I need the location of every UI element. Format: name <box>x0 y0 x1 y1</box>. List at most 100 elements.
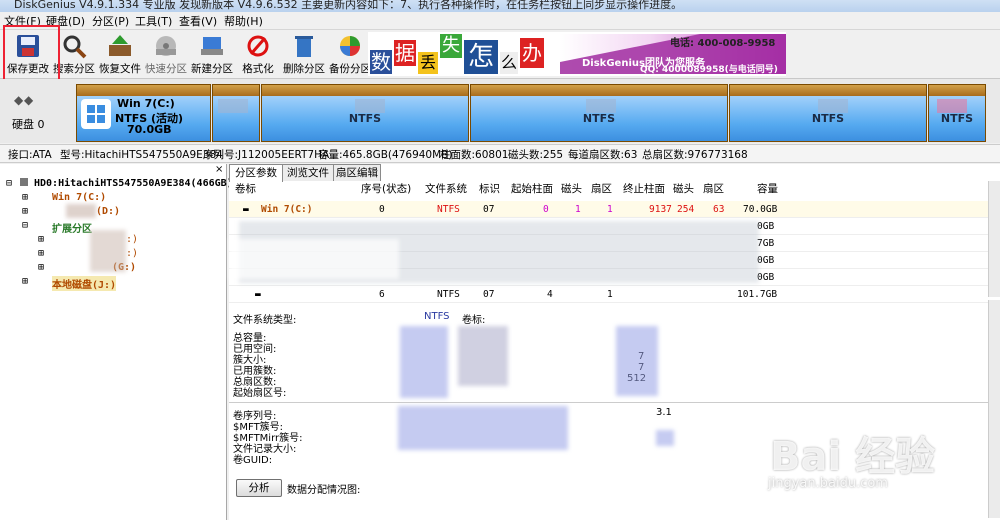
tree-disk-root[interactable]: HD0:HitachiHTS547550A9E384(466GB) <box>34 178 233 189</box>
col-header-end-cyl: 终止柱面 <box>623 183 665 195</box>
menu-bar: 文件(F) 硬盘(D) 分区(P) 工具(T) 查看(V) 帮助(H) <box>0 12 1000 30</box>
partition-block[interactable]: NTFS <box>729 84 927 142</box>
info-interface: 接口:ATA <box>8 149 52 161</box>
tree-item-c[interactable]: Win 7(C:) <box>52 192 106 203</box>
title-bar: DiskGenius V4.9.1.334 专业版 发现新版本 V4.9.6.5… <box>0 0 1000 12</box>
cell-index: 0 <box>379 204 385 215</box>
cell-capacity: 70.0GB <box>743 204 778 215</box>
col-header-id: 标识 <box>479 183 500 195</box>
info-total-sectors: 总扇区数:976773168 <box>642 149 748 161</box>
prev-disk-arrow-icon[interactable]: ◆ <box>14 93 23 107</box>
partition-block[interactable] <box>212 84 260 142</box>
cell-label: Win 7(C:) <box>261 204 313 215</box>
tree-toggle-icon[interactable]: ⊞ <box>38 262 44 273</box>
next-disk-arrow-icon[interactable]: ◆ <box>24 93 33 107</box>
info-model: 型号:HitachiHTS547550A9E384 <box>60 149 223 161</box>
tree-item-f[interactable]: :) <box>126 248 138 259</box>
disk-tree-pane: × ⊟ HD0:HitachiHTS547550A9E384(466GB) ⊞ … <box>0 164 233 520</box>
cell-index: 6 <box>379 289 385 300</box>
tree-toggle-icon[interactable]: ⊞ <box>22 192 28 203</box>
col-header-index: 序号(状态) <box>361 183 412 195</box>
blurred-region <box>616 326 658 396</box>
volume-label-label: 卷标: <box>462 315 486 326</box>
banner-char: 数 <box>370 50 392 74</box>
cell-end-head: 254 <box>677 204 695 215</box>
hdd-icon <box>20 178 28 186</box>
partition-fs: NTFS <box>348 112 382 125</box>
volume-guid-label: 卷GUID: <box>233 455 273 466</box>
cell-capacity: 0GB <box>757 221 775 232</box>
blurred-region <box>218 99 248 113</box>
col-header-label: 卷标 <box>235 183 256 195</box>
partition-block[interactable]: NTFS <box>928 84 986 142</box>
menu-help[interactable]: 帮助(H) <box>224 13 263 29</box>
tree-toggle-icon[interactable]: ⊟ <box>22 220 28 231</box>
menu-view[interactable]: 查看(V) <box>179 13 217 29</box>
table-row[interactable]: ▬ Win 7(C:) 0 NTFS 07 0 1 1 9137 254 63 … <box>229 201 989 218</box>
blurred-region <box>818 99 849 113</box>
partition-cap <box>262 85 468 96</box>
partition-fs: NTFS <box>582 112 616 125</box>
partition-block[interactable]: NTFS <box>261 84 469 142</box>
backup-partition-button[interactable]: 备份分区 <box>326 30 374 76</box>
cell-start-sector: 1 <box>607 204 613 215</box>
tree-toggle-icon[interactable]: ⊞ <box>38 248 44 259</box>
partition-cap <box>77 85 210 96</box>
format-icon <box>247 35 269 57</box>
partition-cap <box>929 85 985 96</box>
new-partition-icon <box>201 37 223 55</box>
tree-toggle-icon[interactable]: ⊞ <box>22 276 28 287</box>
table-row[interactable]: ▬ 6 NTFS 07 4 1 101.7GB <box>229 286 989 303</box>
tree-item-d[interactable]: (D:) <box>96 206 120 217</box>
ad-banner[interactable]: 数 据 丢 失 怎 么 办 DiskGenius团队为您服务 电话: 400-0… <box>368 32 786 76</box>
tree-toggle-icon[interactable]: ⊞ <box>38 234 44 245</box>
cell-start-cyl: 4 <box>547 289 553 300</box>
banner-char: 据 <box>394 40 416 66</box>
ntfs-version-value: 3.1 <box>656 407 672 418</box>
blurred-region <box>66 204 96 218</box>
info-heads: 磁头数:255 <box>508 149 564 161</box>
blurred-region <box>458 326 508 386</box>
cell-capacity: 0GB <box>757 255 775 266</box>
cell-id: 07 <box>483 204 495 215</box>
blurred-region <box>937 99 967 113</box>
partition-cap <box>213 85 259 96</box>
partition-block-c[interactable]: Win 7(C:) NTFS (活动) 70.0GB <box>76 84 211 142</box>
partition-cap <box>471 85 727 96</box>
col-header-end-sector: 扇区 <box>703 183 724 195</box>
tree-toggle-icon[interactable]: ⊞ <box>22 206 28 217</box>
tab-partition-params[interactable]: 分区参数 <box>229 164 283 182</box>
blurred-region <box>354 99 385 113</box>
tree-item-j[interactable]: 本地磁盘(J:) <box>52 276 117 291</box>
banner-char: 怎 <box>464 40 498 74</box>
fs-type-label: 文件系统类型: <box>233 315 297 326</box>
menu-tools[interactable]: 工具(T) <box>135 13 172 29</box>
tree-item-extended[interactable]: 扩展分区 <box>52 220 92 235</box>
col-header-capacity: 容量 <box>757 183 778 195</box>
start-sector-label: 起始扇区号: <box>233 388 287 399</box>
disk-label: 硬盘 0 <box>12 118 45 131</box>
fs-type-value: NTFS <box>424 311 450 322</box>
tree-toggle-icon[interactable]: ⊟ <box>6 178 12 189</box>
menu-partition[interactable]: 分区(P) <box>92 13 129 29</box>
analyze-button[interactable]: 分析 <box>236 479 282 497</box>
banner-char: 失 <box>440 34 462 58</box>
delete-partition-icon <box>295 36 313 57</box>
quick-partition-icon <box>156 36 176 56</box>
cell-id: 07 <box>483 289 495 300</box>
search-magnifier-icon <box>63 35 87 59</box>
tab-sector-edit[interactable]: 扇区编辑 <box>333 164 381 181</box>
tree-item-e[interactable]: :) <box>126 234 138 245</box>
disk-info-strip: 接口:ATA 型号:HitachiHTS547550A9E384 序列号:J11… <box>0 144 1000 163</box>
cell-capacity: 0GB <box>757 272 775 283</box>
blurred-region <box>656 430 674 446</box>
blurred-region <box>398 406 568 450</box>
partition-block[interactable]: NTFS <box>470 84 728 142</box>
divider <box>229 402 989 403</box>
tab-browse-files[interactable]: 浏览文件 <box>282 164 334 181</box>
col-header-end-head: 磁头 <box>673 183 694 195</box>
partition-fs: NTFS <box>940 112 974 125</box>
close-pane-icon[interactable]: × <box>215 164 223 175</box>
banner-brand-panel: DiskGenius团队为您服务 电话: 400-008-9958 QQ: 40… <box>560 34 786 75</box>
table-scrollbar[interactable] <box>988 181 1000 297</box>
